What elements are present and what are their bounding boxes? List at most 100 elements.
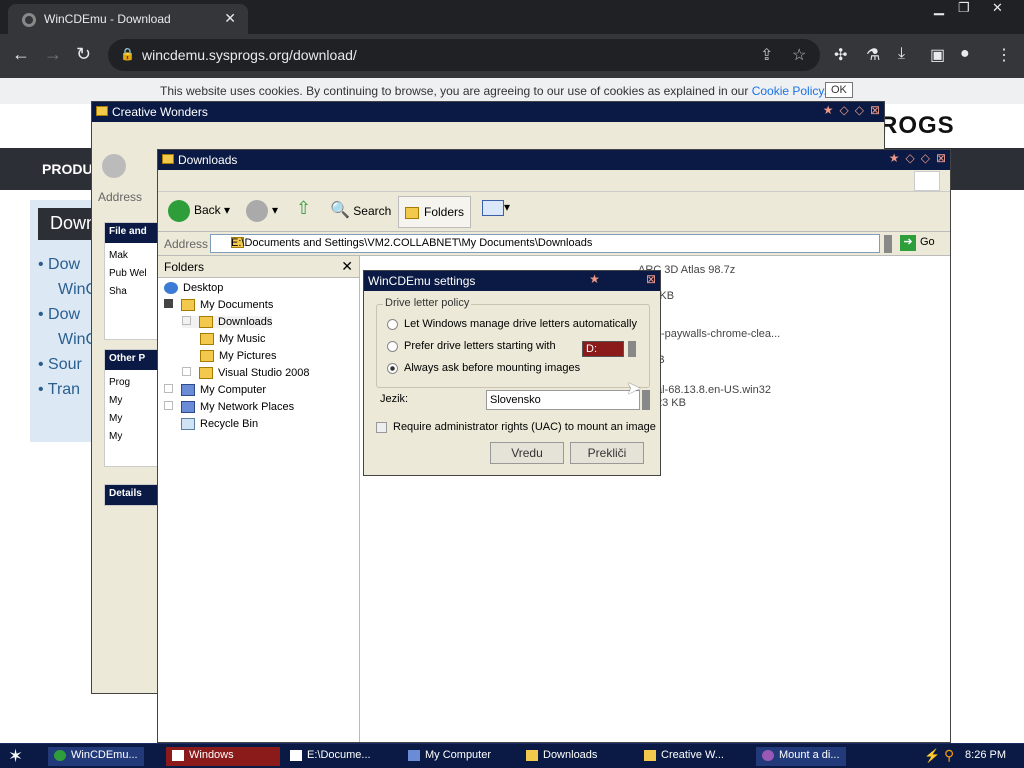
- extensions-icon[interactable]: ✣: [834, 45, 847, 65]
- minimize-icon[interactable]: ◇: [839, 103, 848, 117]
- uac-checkbox-row[interactable]: Require administrator rights (UAC) to mo…: [376, 421, 656, 433]
- radio-always-ask[interactable]: Always ask before mounting images: [387, 362, 580, 374]
- maximize-icon[interactable]: ◇: [921, 151, 930, 165]
- language-select[interactable]: Slovensko: [486, 390, 640, 410]
- list-item[interactable]: • Dow: [38, 302, 97, 327]
- start-button[interactable]: ✶: [8, 746, 23, 767]
- profile-avatar-icon[interactable]: ●: [960, 45, 970, 63]
- tree-item[interactable]: My Network Places: [164, 401, 294, 414]
- menu-icon[interactable]: ⋮: [996, 45, 1012, 65]
- taskbar-item[interactable]: Windows: [166, 747, 280, 766]
- radio-auto-letters[interactable]: Let Windows manage drive letters automat…: [387, 318, 637, 330]
- panel-title[interactable]: Other P: [105, 350, 157, 370]
- views-button[interactable]: ▾: [482, 200, 510, 216]
- creative-wonders-titlebar[interactable]: Creative Wonders ★ ◇ ◇ ⊠: [92, 102, 884, 122]
- restore-icon[interactable]: ❐: [958, 0, 970, 16]
- radio-prefer-letter[interactable]: Prefer drive letters starting with: [387, 340, 556, 352]
- nav-products[interactable]: PRODU: [42, 161, 93, 177]
- taskbar-item[interactable]: Mount a di...: [756, 747, 846, 766]
- dialog-titlebar[interactable]: WinCDEmu settings ★ ⊠: [364, 271, 660, 291]
- address-row: Address E:\Documents and Settings\VM2.CO…: [158, 232, 950, 256]
- browser-tab[interactable]: WinCDEmu - Download ✕: [8, 4, 248, 34]
- panel-item[interactable]: Pub Wel: [109, 265, 153, 283]
- radio-button[interactable]: [387, 340, 398, 352]
- tree-item[interactable]: Visual Studio 2008: [182, 367, 310, 380]
- list-item[interactable]: • Tran: [38, 377, 97, 402]
- panel-item[interactable]: Mak: [109, 247, 153, 265]
- address-scrollbar[interactable]: [884, 235, 892, 253]
- taskbar-item[interactable]: WinCDEmu...: [48, 747, 144, 766]
- labs-icon[interactable]: ⚗: [866, 45, 880, 65]
- window-close-icon[interactable]: ✕: [992, 0, 1003, 16]
- taskbar-item[interactable]: Creative W...: [638, 747, 730, 766]
- list-item[interactable]: • Sour: [38, 352, 97, 377]
- back-icon[interactable]: ←: [12, 44, 30, 65]
- panel-item[interactable]: My: [109, 392, 153, 410]
- forward-button[interactable]: ▾: [246, 200, 278, 222]
- pin-icon[interactable]: ★: [589, 272, 600, 286]
- panel-item[interactable]: Prog: [109, 374, 153, 392]
- maximize-icon[interactable]: ◇: [855, 103, 864, 117]
- panel-item[interactable]: My: [109, 428, 153, 446]
- cookie-policy-link[interactable]: Cookie Policy.: [752, 84, 827, 98]
- language-dropdown-arrow[interactable]: [642, 390, 650, 410]
- uac-checkbox[interactable]: [376, 421, 387, 433]
- taskbar-item[interactable]: My Computer: [402, 747, 497, 766]
- folder-icon: [199, 316, 213, 329]
- search-button[interactable]: 🔍 Search: [330, 200, 391, 220]
- share-icon[interactable]: ⇪: [760, 45, 773, 65]
- site-logo[interactable]: ROGS: [880, 112, 955, 140]
- download-icon[interactable]: ⤓: [898, 45, 905, 63]
- close-pane-icon[interactable]: ✕: [341, 258, 353, 275]
- drive-letter-dropdown-arrow[interactable]: [628, 341, 636, 357]
- address-field[interactable]: E:\Documents and Settings\VM2.COLLABNET\…: [210, 234, 880, 253]
- clock[interactable]: 8:26 PM: [965, 749, 1006, 761]
- bookmark-star-icon[interactable]: ☆: [792, 45, 806, 65]
- pin-icon[interactable]: ★: [823, 103, 834, 117]
- panel-item[interactable]: My: [109, 410, 153, 428]
- address-bar[interactable]: 🔒 wincdemu.sysprogs.org/download/ ⇪ ☆: [108, 39, 820, 71]
- tree-item[interactable]: My Computer: [164, 384, 266, 397]
- close-icon[interactable]: ⊠: [870, 103, 880, 117]
- go-button[interactable]: ➔ Go: [900, 235, 935, 251]
- folders-button[interactable]: Folders: [398, 196, 472, 228]
- tree-item[interactable]: Downloads: [182, 316, 273, 329]
- reload-icon[interactable]: ↻: [76, 44, 91, 65]
- radio-button[interactable]: [387, 318, 398, 330]
- close-icon[interactable]: ⊠: [646, 272, 656, 286]
- url-text: wincdemu.sysprogs.org/download/: [142, 47, 357, 63]
- tree-item[interactable]: My Music: [200, 333, 265, 346]
- radio-button-selected[interactable]: [387, 362, 398, 374]
- back-button[interactable]: Back ▾: [168, 200, 230, 222]
- tree-item[interactable]: My Pictures: [200, 350, 276, 363]
- drive-letter-select[interactable]: D:: [582, 341, 624, 357]
- ok-button[interactable]: Vredu: [490, 442, 564, 464]
- panel-title[interactable]: Details: [105, 485, 157, 505]
- minimize-icon[interactable]: ◇: [905, 151, 914, 165]
- side-panel-icon[interactable]: ▣: [930, 45, 945, 65]
- tray-search-icon[interactable]: ⚲: [944, 747, 954, 764]
- forward-icon[interactable]: →: [44, 44, 62, 65]
- tab-close-icon[interactable]: ✕: [224, 10, 236, 27]
- file-item[interactable]: al-68.13.8.en-US.win32 23 KB: [656, 384, 771, 410]
- minimize-icon[interactable]: ▁: [934, 0, 944, 16]
- back-icon[interactable]: [102, 154, 126, 178]
- panel-item[interactable]: Sha: [109, 283, 153, 301]
- up-folder-icon[interactable]: ⇧: [296, 198, 311, 219]
- taskbar-item[interactable]: Downloads: [520, 747, 603, 766]
- cookie-ok-button[interactable]: OK: [825, 82, 853, 98]
- cookie-text: This website uses cookies. By continuing…: [160, 84, 749, 98]
- cancel-button[interactable]: Prekliči: [570, 442, 644, 464]
- wincdemu-settings-dialog[interactable]: WinCDEmu settings ★ ⊠ Drive letter policy…: [363, 270, 661, 476]
- tray-network-icon[interactable]: ⚡: [924, 748, 940, 764]
- tree-item[interactable]: Desktop: [164, 282, 223, 295]
- tree-item[interactable]: Recycle Bin: [181, 418, 258, 431]
- panel-title[interactable]: File and: [105, 223, 157, 243]
- downloads-titlebar[interactable]: Downloads ★ ◇ ◇ ⊠: [158, 150, 950, 170]
- taskbar-item[interactable]: E:\Docume...: [284, 747, 377, 766]
- tree-item[interactable]: My Documents: [164, 299, 273, 312]
- file-item[interactable]: ss-paywalls-chrome-clea...KB: [650, 321, 780, 373]
- close-icon[interactable]: ⊠: [936, 151, 946, 165]
- list-item[interactable]: • Dow: [38, 252, 97, 277]
- pin-icon[interactable]: ★: [889, 151, 900, 165]
